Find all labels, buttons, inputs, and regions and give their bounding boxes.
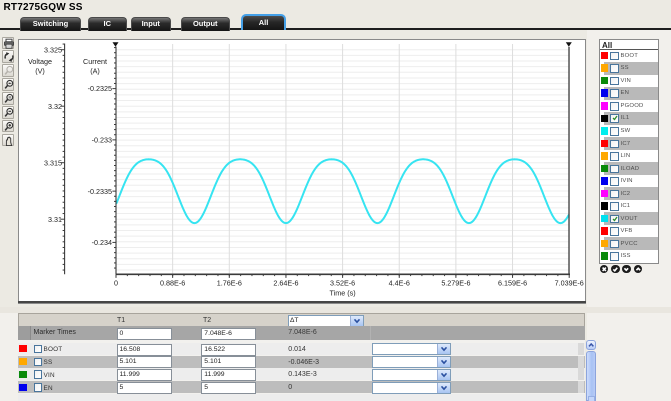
svg-text:3.315: 3.315	[44, 158, 62, 167]
svg-text:4.4E-6: 4.4E-6	[389, 279, 410, 288]
svg-text:(A): (A)	[90, 67, 100, 76]
svg-text:(V): (V)	[35, 67, 45, 76]
svg-text:1.76E-6: 1.76E-6	[217, 279, 242, 288]
svg-text:5.279E-6: 5.279E-6	[441, 279, 470, 288]
svg-text:0: 0	[114, 279, 118, 288]
svg-text:Current: Current	[83, 57, 107, 66]
svg-text:0.88E-6: 0.88E-6	[160, 279, 185, 288]
svg-text:-0.234: -0.234	[92, 238, 112, 247]
svg-text:Voltage: Voltage	[28, 57, 52, 66]
svg-text:3.32: 3.32	[48, 102, 62, 111]
svg-text:3.325: 3.325	[44, 45, 62, 54]
svg-text:-0.233: -0.233	[92, 136, 112, 145]
svg-text:3.52E-6: 3.52E-6	[330, 279, 355, 288]
svg-text:6.159E-6: 6.159E-6	[498, 279, 527, 288]
svg-text:Time (s): Time (s)	[330, 289, 356, 298]
svg-text:7.039E-6: 7.039E-6	[555, 279, 584, 288]
svg-text:-0.2335: -0.2335	[88, 187, 112, 196]
svg-text:2.64E-6: 2.64E-6	[273, 279, 298, 288]
svg-text:3.31: 3.31	[48, 215, 62, 224]
svg-text:-0.2325: -0.2325	[88, 84, 112, 93]
